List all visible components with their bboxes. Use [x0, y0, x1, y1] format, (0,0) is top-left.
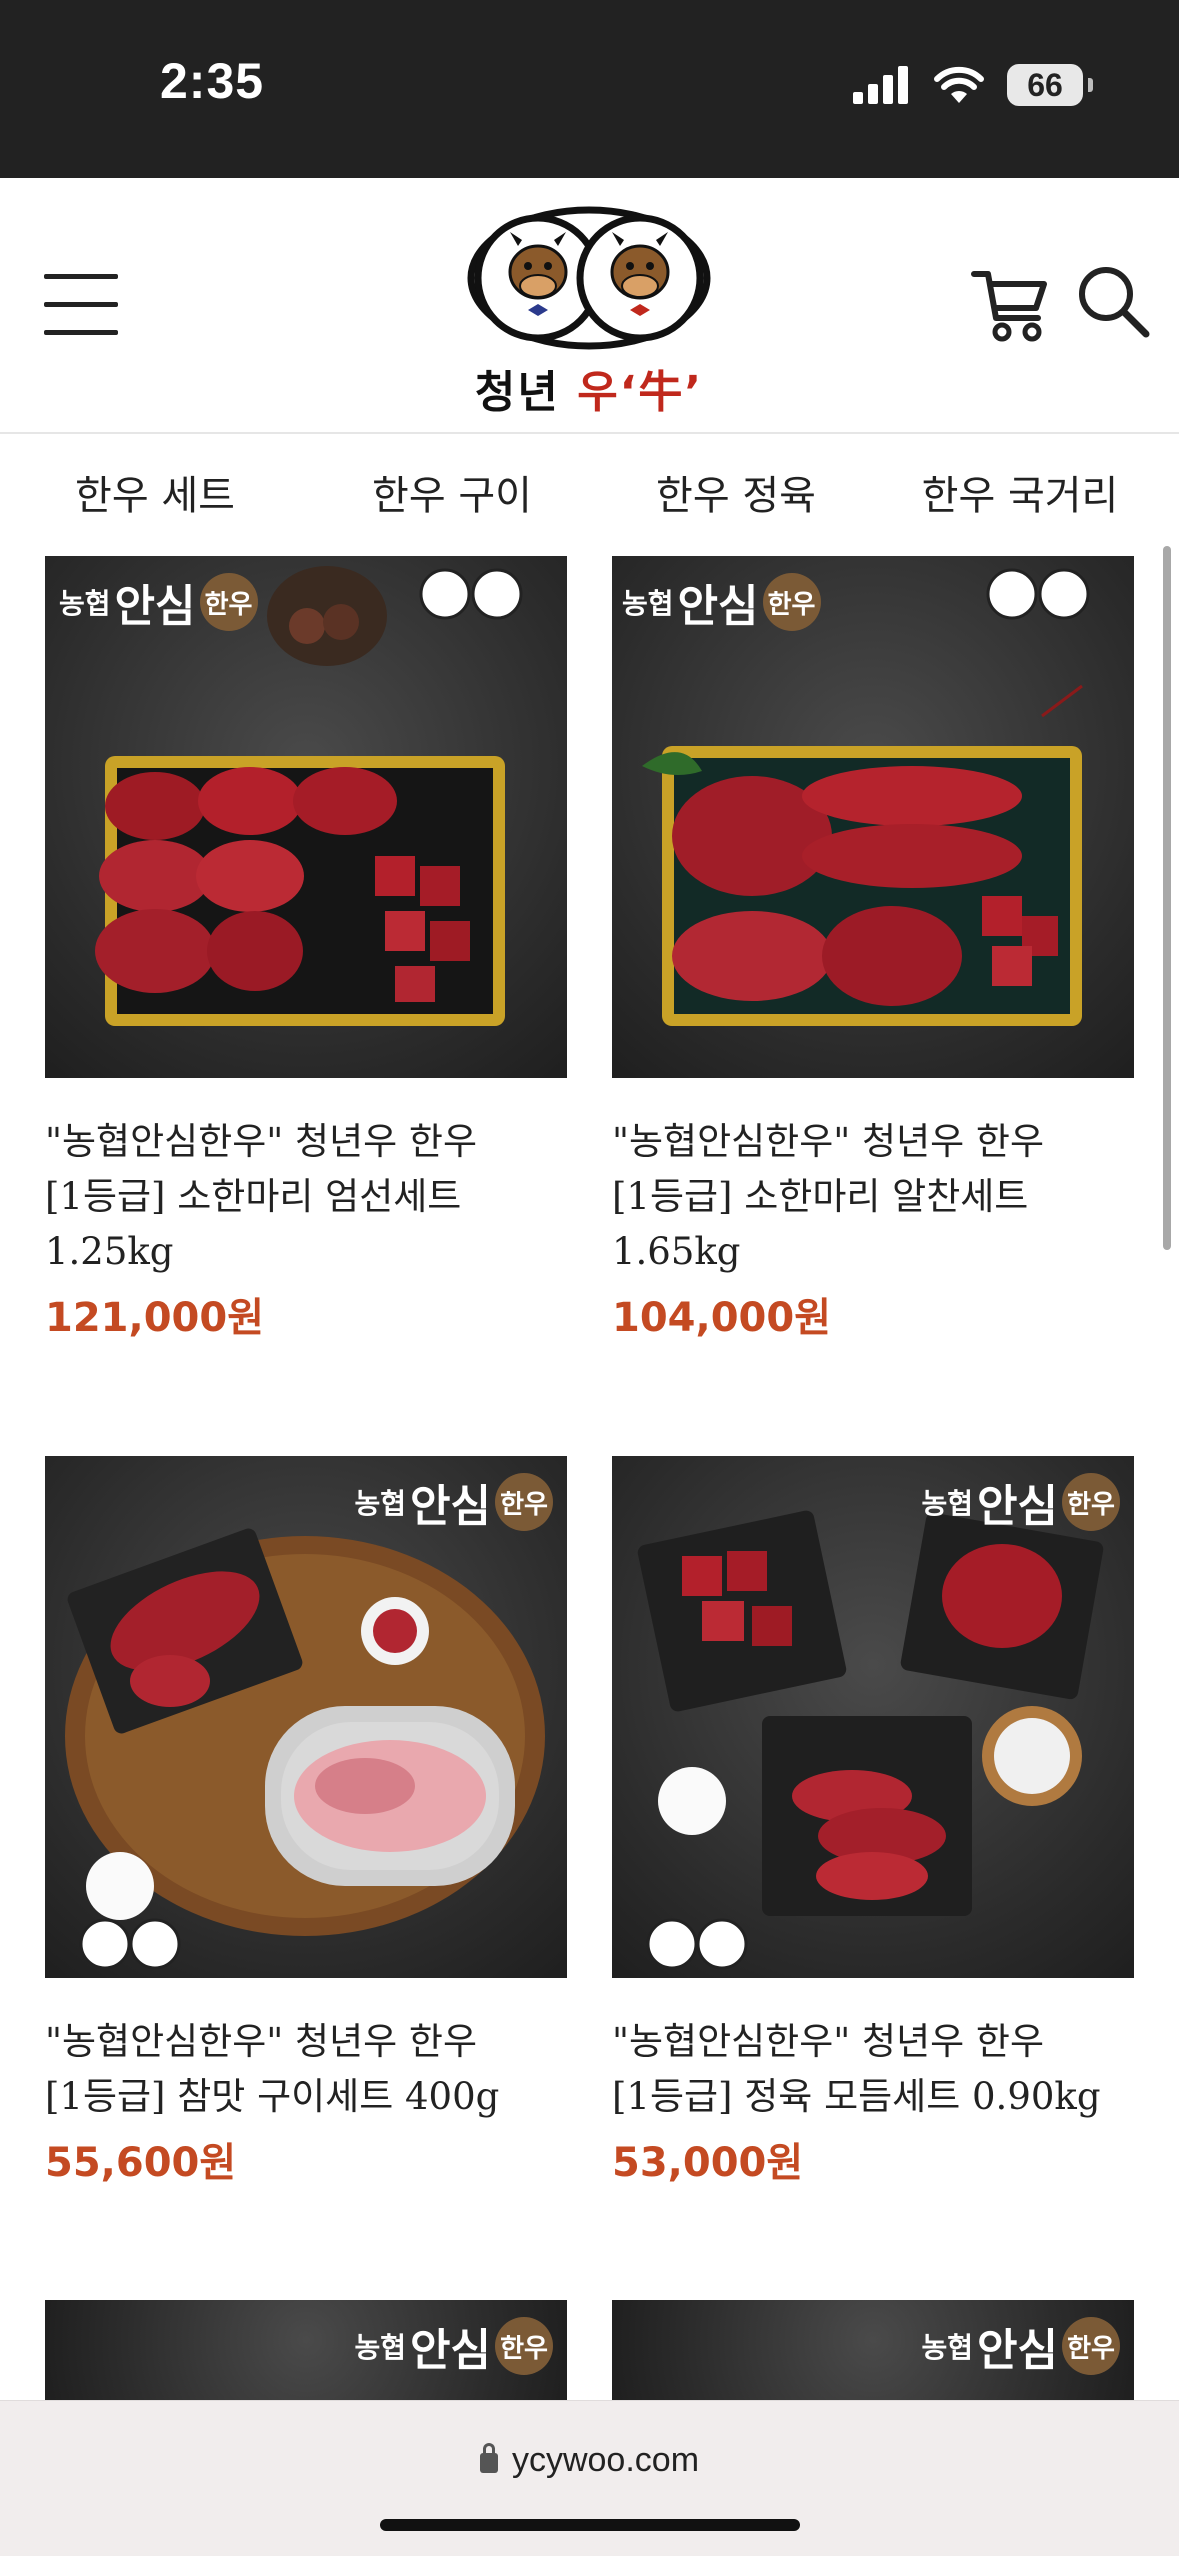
battery-indicator: 66 — [1007, 64, 1093, 106]
search-icon[interactable] — [1074, 262, 1152, 342]
product-price: 55,600원 — [45, 2140, 237, 2186]
site-logo[interactable]: 청년 우‘牛’ — [466, 206, 712, 418]
brand-badge: 농협 안심 한우 — [622, 570, 821, 634]
logo-text-1: 청년 — [474, 367, 560, 418]
product-price: 53,000원 — [612, 2140, 804, 2186]
brand-badge: 농협 안심 한우 — [922, 2314, 1120, 2378]
product-card[interactable]: 농협 안심 한우 — [45, 2300, 567, 2400]
meat-board-illustration — [65, 1528, 545, 1970]
cart-icon[interactable] — [970, 264, 1050, 344]
product-title[interactable]: "농협안심한우" 청년우 한우 [1등급] 소한마리 알찬세트 1.65kg — [612, 1114, 1134, 1279]
logo-text: 청년 우‘牛’ — [466, 356, 712, 420]
brand-badge: 농협 안심 한우 — [922, 1470, 1120, 1534]
status-icons: 66 — [853, 64, 1093, 106]
meat-board-illustration — [637, 1510, 1104, 1970]
hamburger-menu-icon[interactable] — [44, 274, 118, 336]
product-title[interactable]: "농협안심한우" 청년우 한우 [1등급] 참맛 구이세트 400g — [45, 2014, 567, 2124]
product-title[interactable]: "농협안심한우" 청년우 한우 [1등급] 소한마리 엄선세트 1.25kg — [45, 1114, 567, 1279]
product-card[interactable]: 농협 안심 한우 "농협안심한우" 청년우 한우 [1등급] 소한마리 엄선세트… — [45, 556, 567, 1343]
logo-text-2: 우‘牛’ — [577, 367, 704, 418]
brand-badge: 농협 안심 한우 — [355, 1470, 553, 1534]
url-text: ycywoo.com — [511, 2441, 700, 2479]
category-nav: 한우 세트 한우 구이 한우 정육 한우 국거리 — [0, 436, 1179, 556]
meat-tray-illustration — [642, 568, 1090, 1026]
category-tab-butcher[interactable]: 한우 정육 — [594, 436, 878, 556]
product-card[interactable]: 농협 안심 한우 "농협안심한우" 청년우 한우 [1등급] 정육 모듬세트 0… — [612, 1456, 1134, 2188]
product-image[interactable]: 농협 안심 한우 — [45, 556, 567, 1078]
category-tab-grill[interactable]: 한우 구이 — [310, 436, 594, 556]
lock-icon — [479, 2443, 498, 2473]
brand-badge: 농협 안심 한우 — [355, 2314, 553, 2378]
product-image[interactable]: 농협 안심 한우 — [612, 1456, 1134, 1978]
status-time: 2:35 — [160, 53, 265, 109]
category-tab-set[interactable]: 한우 세트 — [0, 436, 310, 556]
product-price: 104,000원 — [612, 1295, 831, 1341]
category-tab-soup[interactable]: 한우 국거리 — [878, 436, 1162, 556]
product-image[interactable]: 농협 안심 한우 — [612, 556, 1134, 1078]
product-card[interactable]: 농협 안심 한우 — [612, 2300, 1134, 2400]
product-card[interactable]: 농협 안심 한우 "농협안심한우" 청년우 한우 [1등급] 참맛 구이세트 4… — [45, 1456, 567, 2188]
wifi-icon — [934, 66, 984, 103]
product-image[interactable]: 농협 안심 한우 — [45, 2300, 567, 2400]
product-image[interactable]: 농협 안심 한우 — [612, 2300, 1134, 2400]
signal-icon — [853, 66, 908, 104]
product-card[interactable]: 농협 안심 한우 "농협안심한우" 청년우 한우 [1등급] 소한마리 알찬세트… — [612, 556, 1134, 1343]
site-header: 청년 우‘牛’ — [0, 178, 1179, 434]
product-price: 121,000원 — [45, 1295, 264, 1341]
product-image[interactable]: 농협 안심 한우 — [45, 1456, 567, 1978]
cow-mascot-icon — [467, 206, 711, 350]
status-bar: 2:35 66 — [0, 0, 1179, 178]
scrollbar[interactable] — [1163, 546, 1171, 1250]
url-display[interactable]: ycywoo.com — [0, 2441, 1179, 2480]
brand-badge: 농협 안심 한우 — [59, 570, 258, 634]
meat-tray-illustration — [95, 566, 523, 1026]
browser-address-bar[interactable]: ycywoo.com — [0, 2400, 1179, 2556]
home-indicator[interactable] — [380, 2519, 800, 2531]
product-title[interactable]: "농협안심한우" 청년우 한우 [1등급] 정육 모듬세트 0.90kg — [612, 2014, 1134, 2124]
